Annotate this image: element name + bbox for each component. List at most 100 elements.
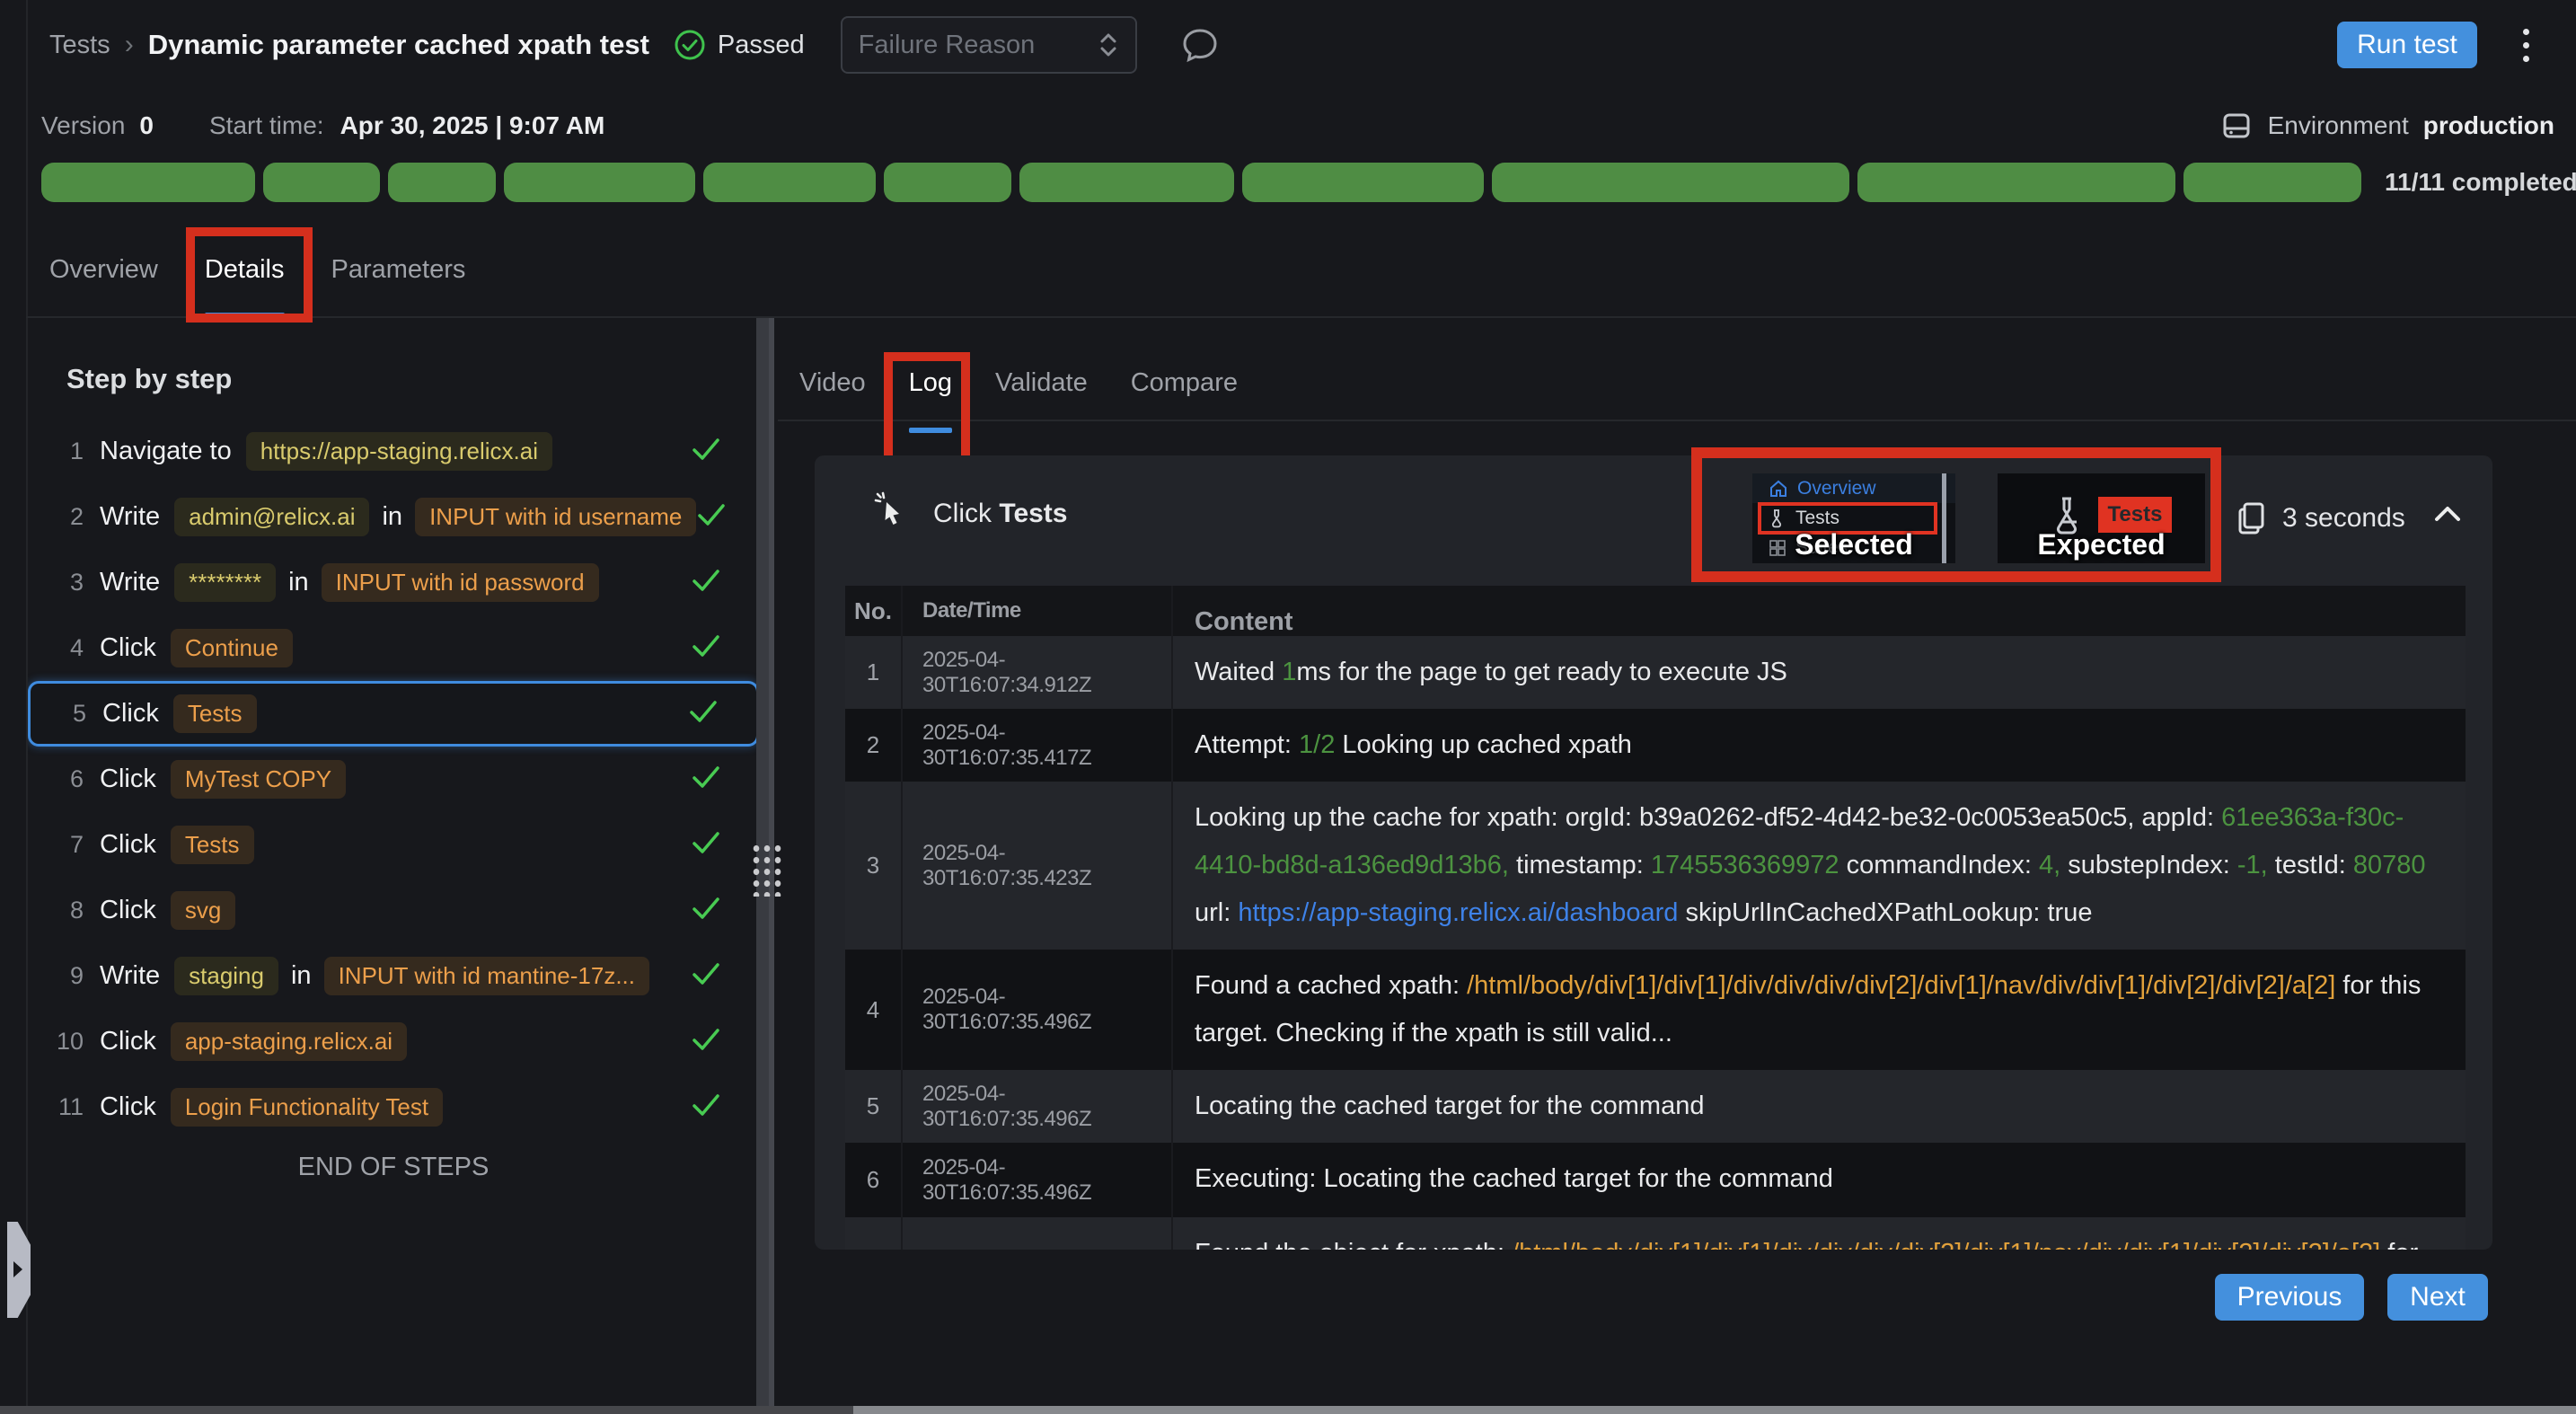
tab-details[interactable]: Details [205, 235, 285, 318]
selected-thumbnail[interactable]: OverviewTestsSuites Selected [1752, 473, 1955, 563]
check-icon [691, 1091, 721, 1118]
log-text-green: 1 [1282, 658, 1296, 686]
step-row-1[interactable]: 1Navigate tohttps://app-staging.relicx.a… [28, 419, 759, 484]
step-row-6[interactable]: 6ClickMyTest COPY [28, 747, 759, 812]
log-text-plain: commandIndex: [1839, 851, 2039, 879]
log-row-content: Found a cached xpath: /html/body/div[1]/… [1173, 950, 2466, 1070]
step-row-3[interactable]: 3Write********inINPUT with id password [28, 550, 759, 615]
step-value-chip: admin@relicx.ai [174, 498, 369, 536]
duration-label: 3 seconds [2282, 503, 2405, 534]
home-icon [1769, 479, 1788, 499]
progress-segment [1492, 163, 1849, 202]
step-duration: 3 seconds [2236, 500, 2405, 536]
tab-parameters[interactable]: Parameters [331, 235, 466, 318]
log-row-number: 7 [845, 1217, 903, 1250]
log-rows: 12025-04-30T16:07:34.912ZWaited 1ms for … [845, 636, 2466, 1250]
log-text-green: 4, [2039, 851, 2060, 879]
tab-compare[interactable]: Compare [1131, 359, 1238, 420]
panel-resizer[interactable] [756, 318, 774, 1414]
more-options-button[interactable] [2508, 22, 2544, 68]
step-row-8[interactable]: 8Clicksvg [28, 878, 759, 943]
step-row-11[interactable]: 11ClickLogin Functionality Test [28, 1074, 759, 1140]
check-icon [691, 632, 721, 659]
step-number: 1 [40, 437, 84, 465]
start-time-value: Apr 30, 2025 | 9:07 AM [340, 111, 605, 140]
progress-segment [1857, 163, 2175, 202]
failure-reason-select[interactable]: Failure Reason [841, 16, 1137, 74]
expected-thumbnail[interactable]: Tests Expected [1998, 473, 2205, 563]
tab-overview[interactable]: Overview [49, 235, 158, 318]
log-step-title: Click Tests [933, 499, 1068, 529]
step-target-chip: INPUT with id password [322, 563, 599, 602]
breadcrumb[interactable]: Tests [49, 31, 110, 60]
previous-button[interactable]: Previous [2215, 1274, 2364, 1321]
check-icon [691, 1026, 721, 1053]
step-target-chip: Continue [171, 629, 293, 667]
status-badge: Passed [673, 28, 805, 62]
log-row-timestamp: 2025-04-30T16:07:35.417Z [903, 709, 1173, 782]
step-target-chip: INPUT with id username [415, 498, 696, 536]
start-time-label: Start time: [209, 111, 324, 140]
progress-segment [703, 163, 876, 202]
col-no: No. [845, 586, 903, 636]
log-text-green: 1745536369972 [1651, 851, 1839, 879]
log-row-timestamp: 2025-04-30T16:07:35.753Z [903, 1217, 1173, 1250]
run-test-button[interactable]: Run test [2337, 22, 2477, 68]
log-row-content: Looking up the cache for xpath: orgId: b… [1173, 782, 2466, 950]
log-text-plain: skipUrlInCachedXPathLookup: true [1678, 898, 2092, 927]
log-text-green: 1/2 [1299, 730, 1335, 759]
progress-label: 11/11 completed [2385, 168, 2576, 197]
log-row-timestamp: 2025-04-30T16:07:34.912Z [903, 636, 1173, 709]
step-number: 2 [40, 503, 84, 531]
steps-list: 1Navigate tohttps://app-staging.relicx.a… [28, 419, 759, 1140]
tab-log[interactable]: Log [909, 359, 952, 420]
log-row-2: 22025-04-30T16:07:35.417ZAttempt: 1/2 Lo… [845, 709, 2466, 782]
step-action: Write [100, 568, 160, 597]
log-step-target: Tests [999, 499, 1067, 528]
progress-segment [1242, 163, 1484, 202]
horizontal-scrollbar-thumb[interactable] [853, 1406, 2576, 1414]
log-text-plain: Attempt: [1195, 730, 1299, 759]
step-number: 9 [40, 962, 84, 990]
step-action: Write [100, 502, 160, 532]
log-text-plain: substepIndex: [2060, 851, 2237, 879]
resizer-grip-icon[interactable] [749, 841, 781, 897]
next-button[interactable]: Next [2387, 1274, 2488, 1321]
step-row-10[interactable]: 10Clickapp-staging.relicx.ai [28, 1009, 759, 1074]
progress-segment [504, 163, 695, 202]
progress-row: 11/11 completed [41, 163, 2554, 202]
run-meta-row: Version 0 Start time: Apr 30, 2025 | 9:0… [41, 101, 2554, 151]
log-text-plain: Found the object for xpath: [1195, 1239, 1512, 1250]
expected-caption: Expected [1998, 528, 2205, 561]
step-value-chip: staging [174, 957, 278, 995]
log-text-link[interactable]: https://app-staging.relicx.ai/dashboard [1238, 898, 1678, 927]
step-number: 8 [40, 897, 84, 924]
check-icon [688, 698, 719, 725]
log-text-plain: testId: [2268, 851, 2353, 879]
progress-segment [884, 163, 1011, 202]
collapse-chevron-icon[interactable] [2431, 502, 2464, 526]
log-text-plain: Looking up the cache for xpath: orgId: b… [1195, 803, 2221, 832]
step-row-7[interactable]: 7ClickTests [28, 812, 759, 878]
log-text-plain: Executing: Locating the cached target fo… [1195, 1164, 1833, 1193]
log-row-timestamp: 2025-04-30T16:07:35.496Z [903, 1143, 1173, 1217]
tab-validate[interactable]: Validate [995, 359, 1088, 420]
step-row-9[interactable]: 9WritestaginginINPUT with id mantine-17z… [28, 943, 759, 1009]
version-label: Version [41, 111, 125, 140]
step-row-4[interactable]: 4ClickContinue [28, 615, 759, 681]
log-row-number: 3 [845, 782, 903, 950]
log-row-timestamp: 2025-04-30T16:07:35.496Z [903, 950, 1173, 1070]
detail-tabs: Video Log Validate Compare [799, 359, 1238, 420]
check-icon [691, 764, 721, 791]
log-text-plain: Found a cached xpath: [1195, 971, 1467, 1000]
step-row-2[interactable]: 2Writeadmin@relicx.aiinINPUT with id use… [28, 484, 759, 550]
progress-bar [41, 163, 2361, 202]
step-row-5[interactable]: 5ClickTests [28, 681, 759, 747]
comment-button[interactable] [1178, 23, 1222, 66]
log-row-timestamp: 2025-04-30T16:07:35.423Z [903, 782, 1173, 950]
log-row-1: 12025-04-30T16:07:34.912ZWaited 1ms for … [845, 636, 2466, 709]
step-action: Click [100, 633, 156, 663]
progress-segment [388, 163, 496, 202]
tab-video[interactable]: Video [799, 359, 866, 420]
copy-icon[interactable] [2236, 500, 2268, 536]
